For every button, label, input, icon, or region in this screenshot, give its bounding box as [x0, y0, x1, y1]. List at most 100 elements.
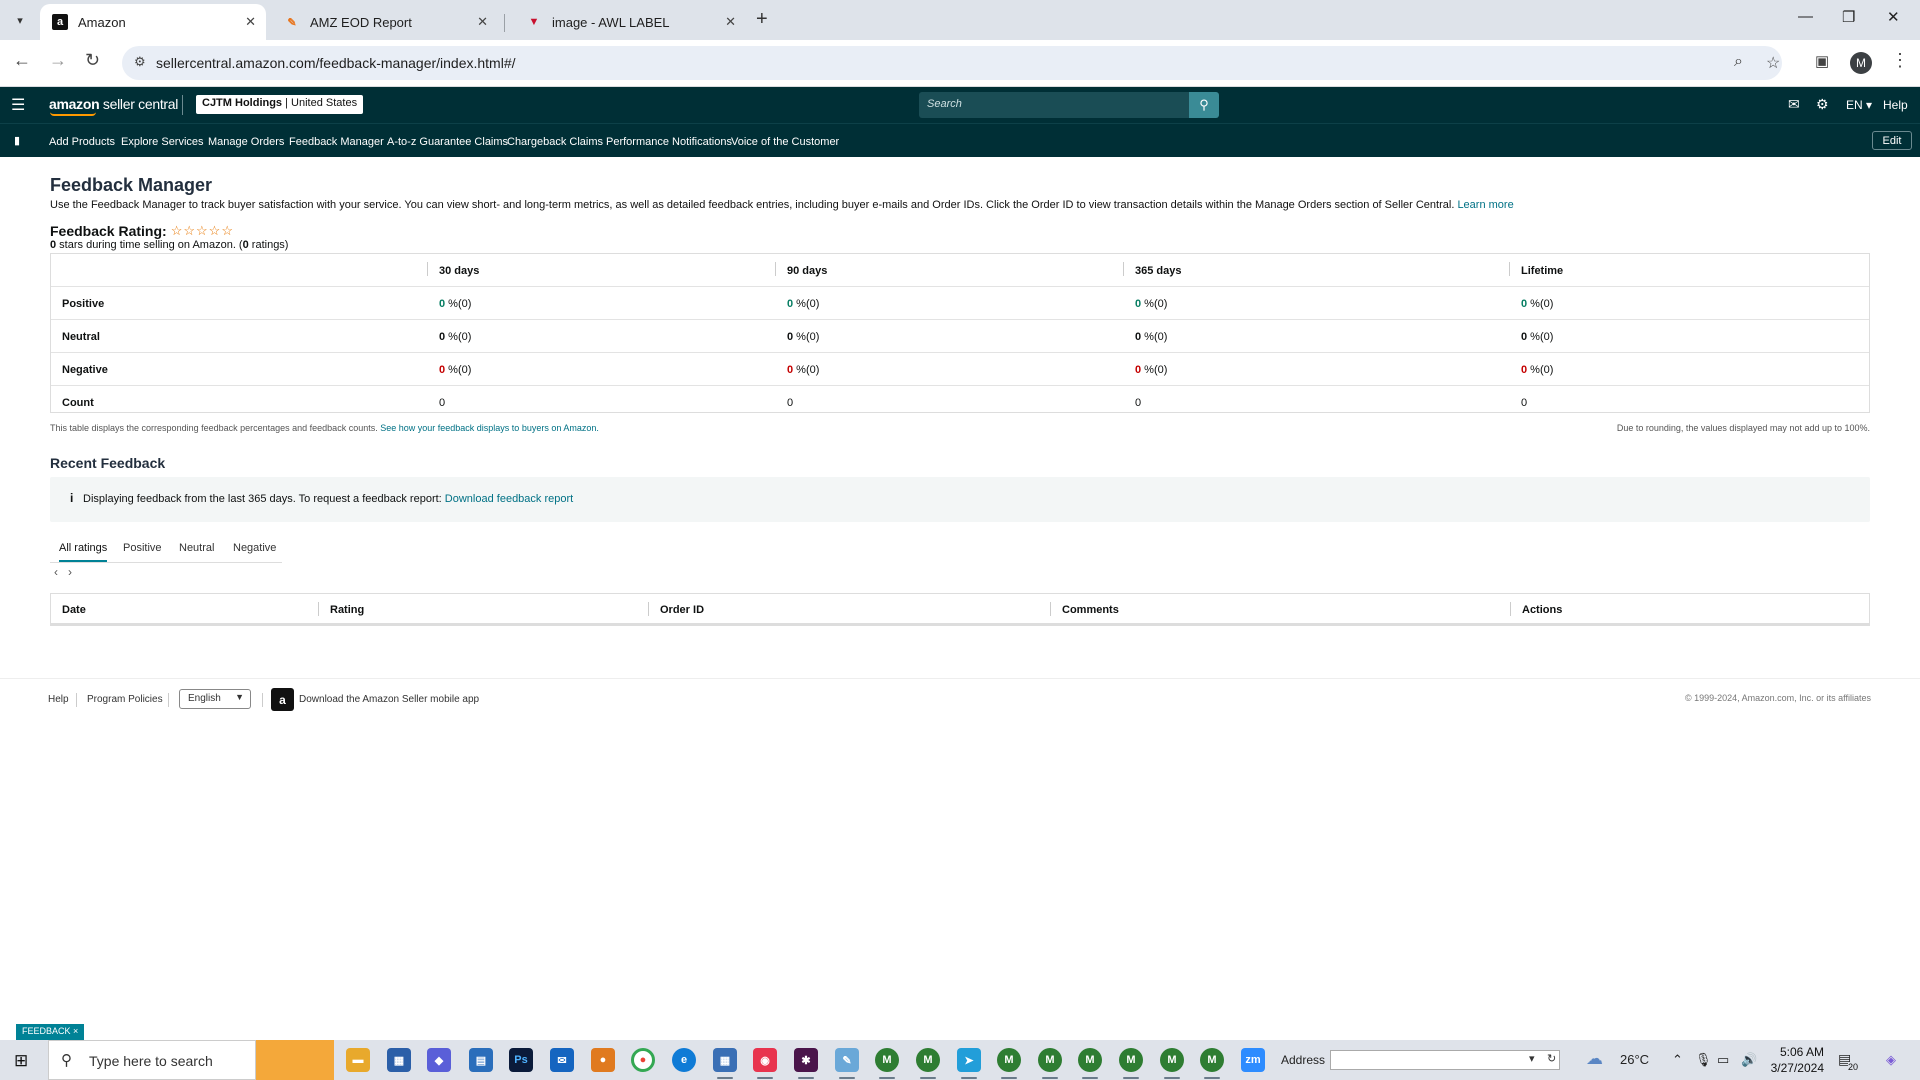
- tab-neutral[interactable]: Neutral: [179, 542, 214, 554]
- new-tab-icon[interactable]: +: [756, 8, 768, 31]
- feedback-widget-tab[interactable]: FEEDBACK ×: [16, 1024, 85, 1040]
- app-icon[interactable]: ◉: [753, 1048, 777, 1072]
- app-icon[interactable]: ◆: [427, 1048, 451, 1072]
- nav-explore-services[interactable]: Explore Services: [121, 136, 204, 148]
- hamburger-menu-icon[interactable]: ☰: [11, 95, 25, 115]
- zoom-app-icon[interactable]: zm: [1241, 1048, 1265, 1072]
- nav-performance-notifications[interactable]: Performance Notifications: [606, 136, 732, 148]
- telegram-icon[interactable]: ➤: [957, 1048, 981, 1072]
- weather-icon[interactable]: ☁: [1586, 1049, 1603, 1069]
- go-icon[interactable]: ↻: [1547, 1052, 1556, 1065]
- network-icon[interactable]: ▭: [1717, 1052, 1729, 1068]
- chrome-profile-icon[interactable]: M: [1038, 1048, 1062, 1072]
- file-explorer-icon[interactable]: ▬: [346, 1048, 370, 1072]
- search-button[interactable]: ⚲: [1189, 92, 1219, 118]
- taskbar-search[interactable]: ⚲ Type here to search: [48, 1040, 256, 1080]
- download-app-link[interactable]: Download the Amazon Seller mobile app: [299, 694, 479, 705]
- notepad-icon[interactable]: ✎: [835, 1048, 859, 1072]
- nav-a-to-z-claims[interactable]: A-to-z Guarantee Claims: [387, 136, 508, 148]
- zoom-icon[interactable]: ⌕: [1734, 53, 1743, 71]
- metric-suffix: %(0): [1527, 331, 1554, 343]
- tab-all-ratings[interactable]: All ratings: [59, 542, 108, 562]
- chrome-profile-icon[interactable]: M: [1160, 1048, 1184, 1072]
- search-input[interactable]: Search: [919, 92, 1189, 118]
- search-highlight-banner[interactable]: [256, 1040, 334, 1080]
- store-selector[interactable]: CJTM Holdings | United States: [196, 95, 364, 114]
- window-close-icon[interactable]: ✕: [1887, 8, 1900, 26]
- language-selector[interactable]: EN ▾: [1846, 98, 1872, 112]
- site-info-icon[interactable]: ⚙: [134, 54, 146, 70]
- chrome-profile-icon[interactable]: M: [875, 1048, 899, 1072]
- address-bar[interactable]: ⚙ sellercentral.amazon.com/feedback-mana…: [122, 46, 1782, 80]
- star-rating-icon: ☆☆☆☆☆: [170, 223, 234, 238]
- back-icon[interactable]: ←: [13, 50, 31, 71]
- next-page-icon[interactable]: ›: [68, 565, 72, 579]
- url-text[interactable]: sellercentral.amazon.com/feedback-manage…: [156, 55, 516, 71]
- windows-start-icon[interactable]: ⊞: [14, 1051, 28, 1071]
- column-order-id[interactable]: Order ID: [660, 604, 704, 616]
- learn-more-link[interactable]: Learn more: [1457, 199, 1513, 211]
- nav-chargeback-claims[interactable]: Chargeback Claims: [507, 136, 603, 148]
- photoshop-icon[interactable]: Ps: [509, 1048, 533, 1072]
- firefox-icon[interactable]: ●: [591, 1048, 615, 1072]
- show-hidden-icons-chevron-icon[interactable]: ⌃: [1672, 1052, 1683, 1068]
- store-icon[interactable]: ▦: [387, 1048, 411, 1072]
- close-tab-icon[interactable]: ✕: [245, 14, 256, 30]
- browser-tab-amazon[interactable]: a Amazon ✕: [40, 4, 266, 40]
- mail-icon[interactable]: ✉: [550, 1048, 574, 1072]
- app-icon[interactable]: ▤: [469, 1048, 493, 1072]
- seller-app-icon[interactable]: a: [271, 688, 294, 711]
- feedback-display-link[interactable]: See how your feedback displays to buyers…: [380, 423, 599, 433]
- footer-help-link[interactable]: Help: [48, 694, 69, 705]
- column-date[interactable]: Date: [62, 604, 86, 616]
- column-rating[interactable]: Rating: [330, 604, 364, 616]
- bookmark-icon[interactable]: ▮: [14, 134, 20, 147]
- mail-icon[interactable]: ✉: [1788, 96, 1800, 113]
- tab-negative[interactable]: Negative: [233, 542, 276, 554]
- nav-voice-of-customer[interactable]: Voice of the Customer: [731, 136, 839, 148]
- chrome-profile-icon[interactable]: M: [1078, 1048, 1102, 1072]
- seller-central-logo[interactable]: amazon seller central: [49, 96, 178, 112]
- address-toolbar-input[interactable]: [1330, 1050, 1560, 1070]
- program-policies-link[interactable]: Program Policies: [87, 694, 163, 705]
- profile-avatar[interactable]: M: [1850, 52, 1872, 74]
- tab-title: Amazon: [78, 14, 126, 30]
- chevron-down-icon[interactable]: ▾: [1529, 1052, 1535, 1065]
- settings-gear-icon[interactable]: ⚙: [1816, 96, 1829, 113]
- forward-icon[interactable]: →: [49, 50, 67, 71]
- volume-icon[interactable]: 🔊: [1741, 1052, 1757, 1068]
- edit-nav-button[interactable]: Edit: [1872, 131, 1912, 150]
- close-tab-icon[interactable]: ✕: [477, 14, 488, 30]
- tab-search-chevron-icon[interactable]: ▾: [8, 8, 32, 32]
- restore-icon[interactable]: ❐: [1842, 8, 1855, 26]
- chrome-profile-icon[interactable]: M: [1200, 1048, 1224, 1072]
- system-clock[interactable]: 5:06 AM 3/27/2024: [1768, 1044, 1824, 1076]
- language-dropdown[interactable]: English ▼: [179, 689, 251, 709]
- browser-tab-awl-label[interactable]: ▼ image - AWL LABEL ✕: [514, 4, 746, 40]
- side-panel-icon[interactable]: ▣: [1815, 52, 1829, 70]
- slack-icon[interactable]: ✱: [794, 1048, 818, 1072]
- previous-page-icon[interactable]: ‹: [54, 565, 58, 579]
- close-tab-icon[interactable]: ✕: [725, 14, 736, 30]
- bookmark-star-icon[interactable]: ☆: [1766, 53, 1780, 73]
- column-comments[interactable]: Comments: [1062, 604, 1119, 616]
- help-link[interactable]: Help: [1883, 98, 1908, 112]
- minimize-icon[interactable]: —: [1798, 8, 1813, 25]
- nav-manage-orders[interactable]: Manage Orders: [208, 136, 284, 148]
- tab-positive[interactable]: Positive: [123, 542, 162, 554]
- calculator-icon[interactable]: ▦: [713, 1048, 737, 1072]
- chrome-profile-icon[interactable]: M: [997, 1048, 1021, 1072]
- temperature[interactable]: 26°C: [1620, 1052, 1649, 1067]
- browser-tab-eod-report[interactable]: ✎ AMZ EOD Report ✕: [272, 4, 498, 40]
- copilot-icon[interactable]: ◈: [1886, 1052, 1896, 1068]
- chrome-icon[interactable]: ●: [631, 1048, 655, 1072]
- chrome-profile-icon[interactable]: M: [1119, 1048, 1143, 1072]
- browser-menu-icon[interactable]: ⋮: [1891, 50, 1909, 71]
- nav-add-products[interactable]: Add Products: [49, 136, 115, 148]
- chrome-profile-icon[interactable]: M: [916, 1048, 940, 1072]
- download-report-link[interactable]: Download feedback report: [445, 493, 573, 505]
- reload-icon[interactable]: ↻: [85, 50, 100, 71]
- microphone-icon[interactable]: 🎙: [1695, 1052, 1712, 1068]
- nav-feedback-manager[interactable]: Feedback Manager: [289, 136, 384, 148]
- edge-icon[interactable]: e: [672, 1048, 696, 1072]
